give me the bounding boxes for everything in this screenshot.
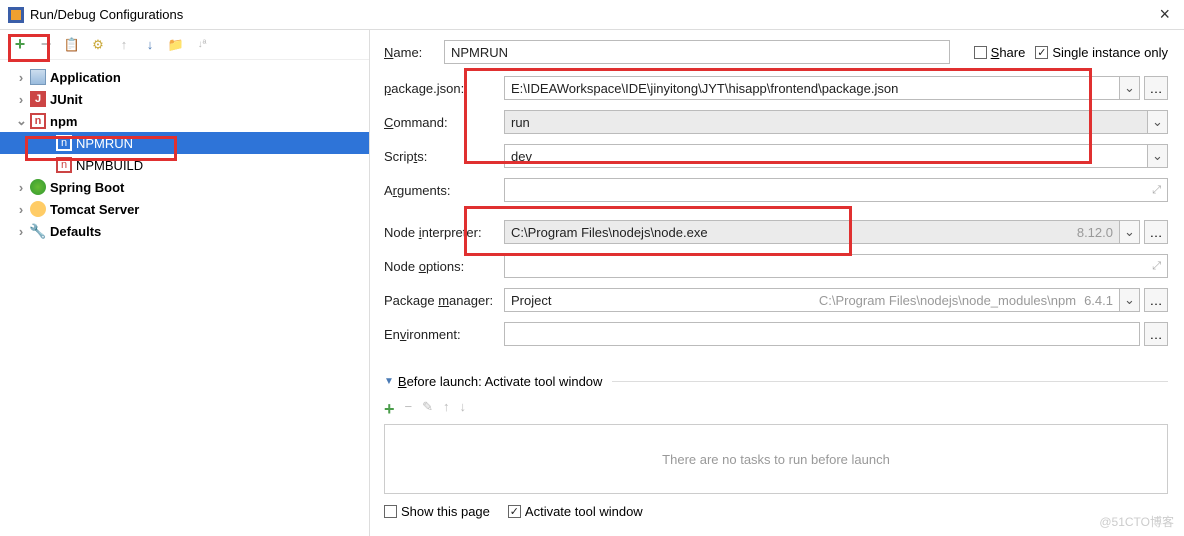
watermark: @51CTO博客 bbox=[1099, 513, 1174, 530]
package-manager-input[interactable]: Project C:\Program Files\nodejs\node_mod… bbox=[504, 288, 1120, 312]
tree-item-npm[interactable]: ⌄ n npm bbox=[0, 110, 369, 132]
browse-button[interactable]: … bbox=[1144, 288, 1168, 312]
arguments-input[interactable]: ⤢ bbox=[504, 178, 1168, 202]
sidebar: + − 📋 ⚙ ↑ ↓ 📁 ↓ª › Application › J JUnit… bbox=[0, 30, 370, 536]
expand-icon[interactable]: ⤢ bbox=[1152, 184, 1161, 197]
chevron-right-icon: › bbox=[16, 92, 26, 107]
dropdown-icon[interactable]: ⌄ bbox=[1120, 288, 1140, 312]
window-title: Run/Debug Configurations bbox=[30, 7, 183, 22]
dropdown-icon[interactable]: ⌄ bbox=[1120, 220, 1140, 244]
tree-label: Spring Boot bbox=[50, 180, 124, 195]
tree-item-junit[interactable]: › J JUnit bbox=[0, 88, 369, 110]
share-checkbox[interactable]: Share bbox=[974, 45, 1026, 60]
remove-task-button[interactable]: − bbox=[405, 399, 413, 420]
command-select[interactable]: run bbox=[504, 110, 1148, 134]
tree-label: NPMRUN bbox=[76, 136, 133, 151]
remove-config-button[interactable]: − bbox=[36, 35, 56, 55]
settings-icon[interactable]: ⚙ bbox=[88, 35, 108, 55]
tree-item-application[interactable]: › Application bbox=[0, 66, 369, 88]
add-task-button[interactable]: + bbox=[384, 399, 395, 420]
spring-icon bbox=[30, 179, 46, 195]
node-interpreter-input[interactable]: C:\Program Files\nodejs\node.exe 8.12.0 bbox=[504, 220, 1120, 244]
npm-icon: n bbox=[30, 113, 46, 129]
tree-item-spring-boot[interactable]: › Spring Boot bbox=[0, 176, 369, 198]
dropdown-icon[interactable]: ⌄ bbox=[1148, 110, 1168, 134]
folder-icon[interactable]: 📁 bbox=[166, 35, 186, 55]
node-interpreter-label: Node interpreter: bbox=[384, 225, 504, 240]
node-options-input[interactable]: ⤢ bbox=[504, 254, 1168, 278]
application-icon bbox=[30, 69, 46, 85]
collapse-icon: ▼ bbox=[384, 376, 394, 387]
name-input[interactable]: NPMRUN bbox=[444, 40, 950, 64]
before-launch-toolbar: + − ✎ ↑ ↓ bbox=[384, 395, 1168, 424]
show-page-checkbox[interactable]: Show this page bbox=[384, 504, 490, 519]
tree-label: Tomcat Server bbox=[50, 202, 139, 217]
no-tasks-label: There are no tasks to run before launch bbox=[662, 452, 890, 467]
tree-item-defaults[interactable]: › 🔧 Defaults bbox=[0, 220, 369, 242]
dropdown-icon[interactable]: ⌄ bbox=[1148, 144, 1168, 168]
environment-label: Environment: bbox=[384, 327, 504, 342]
config-tree: › Application › J JUnit ⌄ n npm n NPMRUN… bbox=[0, 60, 369, 248]
pkg-mgr-version: 6.4.1 bbox=[1084, 293, 1113, 308]
expand-icon[interactable]: ⤢ bbox=[1152, 260, 1161, 273]
tree-label: NPMBUILD bbox=[76, 158, 143, 173]
package-json-input[interactable]: E:\IDEAWorkspace\IDE\jinyitong\JYT\hisap… bbox=[504, 76, 1120, 100]
browse-button[interactable]: … bbox=[1144, 322, 1168, 346]
activate-tool-window-checkbox[interactable]: ✓Activate tool window bbox=[508, 504, 643, 519]
close-icon[interactable]: × bbox=[1153, 4, 1176, 25]
tree-label: Defaults bbox=[50, 224, 101, 239]
tree-item-npmbuild[interactable]: n NPMBUILD bbox=[0, 154, 369, 176]
scripts-label: Scripts: bbox=[384, 149, 504, 164]
wrench-icon: 🔧 bbox=[30, 223, 46, 239]
chevron-right-icon: › bbox=[16, 202, 26, 217]
browse-button[interactable]: … bbox=[1144, 76, 1168, 100]
environment-input[interactable] bbox=[504, 322, 1140, 346]
title-bar: Run/Debug Configurations × bbox=[0, 0, 1184, 30]
junit-icon: J bbox=[30, 91, 46, 107]
edit-task-button[interactable]: ✎ bbox=[422, 399, 433, 420]
chevron-down-icon: ⌄ bbox=[16, 113, 26, 129]
dropdown-icon[interactable]: ⌄ bbox=[1120, 76, 1140, 100]
package-json-label: package.json: bbox=[384, 81, 504, 96]
node-version: 8.12.0 bbox=[1077, 225, 1113, 240]
down-arrow-icon[interactable]: ↓ bbox=[140, 35, 160, 55]
npm-icon: n bbox=[56, 135, 72, 151]
scripts-input[interactable]: dev bbox=[504, 144, 1148, 168]
app-icon bbox=[8, 7, 24, 23]
up-arrow-icon[interactable]: ↑ bbox=[114, 35, 134, 55]
sort-icon[interactable]: ↓ª bbox=[192, 35, 212, 55]
tomcat-icon bbox=[30, 201, 46, 217]
tasks-list: There are no tasks to run before launch bbox=[384, 424, 1168, 494]
copy-config-button[interactable]: 📋 bbox=[62, 35, 82, 55]
chevron-right-icon: › bbox=[16, 224, 26, 239]
command-label: Command: bbox=[384, 115, 504, 130]
tree-label: npm bbox=[50, 114, 77, 129]
move-down-button[interactable]: ↓ bbox=[460, 399, 467, 420]
sidebar-toolbar: + − 📋 ⚙ ↑ ↓ 📁 ↓ª bbox=[0, 30, 369, 60]
pkg-mgr-path: C:\Program Files\nodejs\node_modules\npm bbox=[819, 293, 1076, 308]
move-up-button[interactable]: ↑ bbox=[443, 399, 450, 420]
chevron-right-icon: › bbox=[16, 180, 26, 195]
chevron-right-icon: › bbox=[16, 70, 26, 85]
tree-item-tomcat[interactable]: › Tomcat Server bbox=[0, 198, 369, 220]
tree-label: Application bbox=[50, 70, 121, 85]
browse-button[interactable]: … bbox=[1144, 220, 1168, 244]
add-config-button[interactable]: + bbox=[10, 35, 30, 55]
package-manager-label: Package manager: bbox=[384, 293, 504, 308]
node-options-label: Node options: bbox=[384, 259, 504, 274]
before-launch-header[interactable]: ▼ Before launch: Activate tool window bbox=[384, 374, 1168, 389]
name-label: Name: bbox=[384, 45, 444, 60]
npm-icon: n bbox=[56, 157, 72, 173]
tree-label: JUnit bbox=[50, 92, 83, 107]
tree-item-npmrun[interactable]: n NPMRUN bbox=[0, 132, 369, 154]
arguments-label: Arguments: bbox=[384, 183, 504, 198]
config-form: Name: NPMRUN Share ✓Single instance only… bbox=[370, 30, 1184, 536]
single-instance-checkbox[interactable]: ✓Single instance only bbox=[1035, 45, 1168, 60]
